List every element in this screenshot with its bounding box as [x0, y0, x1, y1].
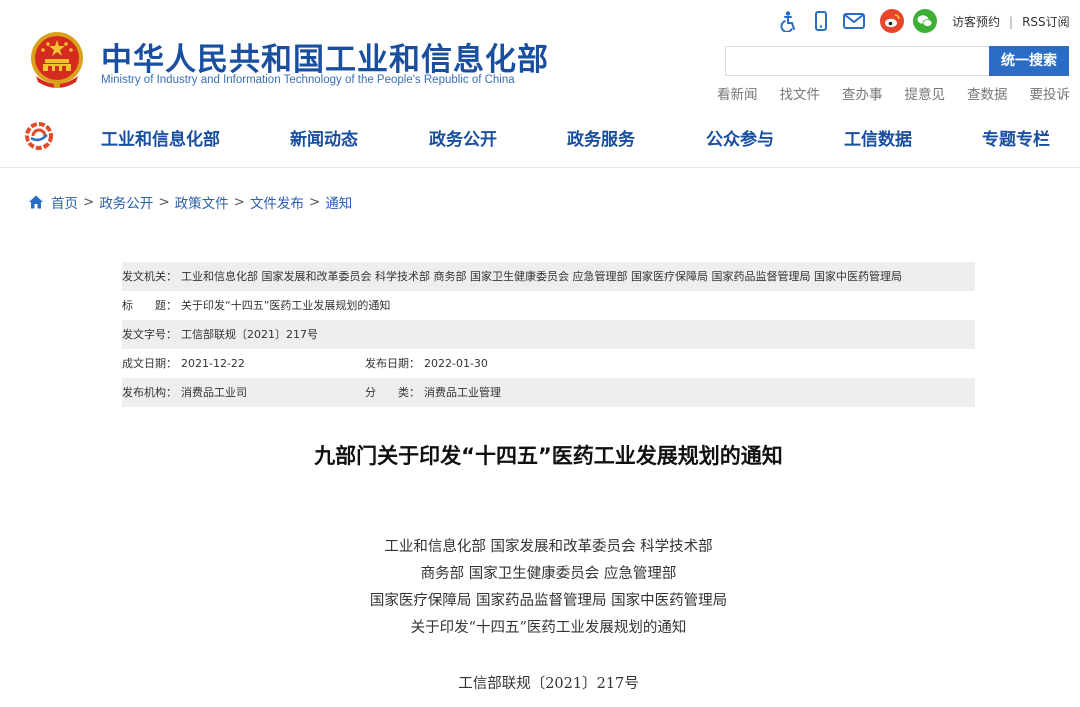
visitor-appointment-link[interactable]: 访客预约: [952, 15, 1000, 29]
meta-row-doc-no: 发文字号： 工信部联规〔2021〕217号: [122, 320, 975, 349]
top-links: 访客预约 | RSS订阅: [952, 13, 1070, 30]
site-subtitle: Ministry of Industry and Information Tec…: [101, 74, 515, 86]
quick-link-data[interactable]: 查数据: [967, 83, 1008, 103]
article-body: 工业和信息化部 国家发展和改革委员会 科学技术部 商务部 国家卫生健康委员会 应…: [0, 534, 1080, 642]
meta-label: 分 类：: [365, 386, 420, 399]
quick-link-complaint[interactable]: 要投诉: [1030, 83, 1071, 103]
meta-published-date: 2022-01-30: [424, 357, 488, 370]
document-meta-table: 发文机关： 工业和信息化部 国家发展和改革委员会 科学技术部 商务部 国家卫生健…: [122, 262, 975, 407]
quick-links: 看新闻 找文件 查办事 提意见 查数据 要投诉: [717, 83, 1070, 103]
nav-item-public[interactable]: 公众参与: [706, 125, 774, 150]
meta-title: 关于印发“十四五”医药工业发展规划的通知: [181, 299, 391, 312]
meta-label: 发布日期：: [365, 357, 420, 370]
meta-label: 发文字号：: [122, 328, 177, 341]
meta-row-org: 发布机构： 消费品工业司 分 类： 消费品工业管理: [122, 378, 975, 407]
article-title: 九部门关于印发“十四五”医药工业发展规划的通知: [314, 444, 783, 468]
nav-item-news[interactable]: 新闻动态: [290, 125, 358, 150]
breadcrumb: 首页 > 政务公开 > 政策文件 > 文件发布 > 通知: [28, 192, 352, 212]
article-line: 关于印发“十四五”医药工业发展规划的通知: [410, 620, 687, 636]
ministry-logo-icon[interactable]: [24, 121, 54, 151]
breadcrumb-notice[interactable]: 通知: [325, 192, 352, 212]
meta-label: 标 题：: [122, 299, 177, 312]
site-title[interactable]: 中华人民共和国工业和信息化部: [101, 34, 549, 79]
meta-created-date: 2021-12-22: [181, 357, 245, 370]
quick-link-services[interactable]: 查办事: [842, 83, 883, 103]
meta-label: 发布机构：: [122, 386, 177, 399]
wechat-icon[interactable]: [913, 9, 937, 33]
article-doc-number: 工信部联规〔2021〕217号: [458, 676, 639, 692]
search-input[interactable]: [725, 46, 990, 76]
breadcrumb-home[interactable]: 首页: [51, 192, 78, 212]
nav-item-gov-affairs[interactable]: 政务公开: [429, 125, 497, 150]
meta-category: 消费品工业管理: [424, 386, 501, 399]
breadcrumb-separator: >: [233, 194, 245, 210]
meta-row-issuer: 发文机关： 工业和信息化部 国家发展和改革委员会 科学技术部 商务部 国家卫生健…: [122, 262, 975, 291]
breadcrumb-gov-affairs[interactable]: 政务公开: [99, 192, 153, 212]
meta-label: 成文日期：: [122, 357, 177, 370]
article-line: 商务部 国家卫生健康委员会 应急管理部: [420, 566, 677, 582]
divider: |: [1009, 15, 1014, 29]
quick-link-files[interactable]: 找文件: [780, 83, 821, 103]
home-icon[interactable]: [28, 194, 44, 210]
nav-item-topics[interactable]: 专题专栏: [982, 125, 1050, 150]
meta-row-title: 标 题： 关于印发“十四五”医药工业发展规划的通知: [122, 291, 975, 320]
breadcrumb-separator: >: [308, 194, 321, 210]
main-nav: 工业和信息化部 新闻动态 政务公开 政务服务 公众参与 工信数据 专题专栏: [0, 118, 1080, 156]
national-emblem-icon: [31, 32, 83, 88]
article-line: 国家医疗保障局 国家药品监督管理局 国家中医药管理局: [369, 593, 728, 609]
breadcrumb-separator: >: [83, 194, 95, 210]
nav-item-ministry[interactable]: 工业和信息化部: [101, 125, 220, 150]
nav-item-data[interactable]: 工信数据: [844, 125, 912, 150]
breadcrumb-policy-docs[interactable]: 政策文件: [175, 192, 229, 212]
rss-link[interactable]: RSS订阅: [1022, 15, 1070, 29]
meta-issuer: 工业和信息化部 国家发展和改革委员会 科学技术部 商务部 国家卫生健康委员会 应…: [181, 270, 902, 283]
top-icon-bar: [776, 8, 946, 34]
meta-doc-no: 工信部联规〔2021〕217号: [181, 328, 318, 341]
breadcrumb-file-release[interactable]: 文件发布: [250, 192, 304, 212]
article-line: 工业和信息化部 国家发展和改革委员会 科学技术部: [384, 539, 713, 555]
meta-org: 消费品工业司: [181, 386, 247, 399]
search-button[interactable]: 统一搜索: [989, 46, 1069, 76]
nav-item-gov-services[interactable]: 政务服务: [567, 125, 635, 150]
mobile-icon[interactable]: [809, 9, 833, 33]
weibo-icon[interactable]: [880, 9, 904, 33]
site-header: 中华人民共和国工业和信息化部 Ministry of Industry and …: [0, 0, 1080, 168]
breadcrumb-separator: >: [158, 194, 170, 210]
mail-icon[interactable]: [842, 9, 866, 33]
quick-link-news[interactable]: 看新闻: [717, 83, 758, 103]
accessibility-icon[interactable]: [776, 9, 800, 33]
meta-label: 发文机关：: [122, 270, 177, 283]
meta-row-dates: 成文日期： 2021-12-22 发布日期： 2022-01-30: [122, 349, 975, 378]
quick-link-feedback[interactable]: 提意见: [905, 83, 946, 103]
